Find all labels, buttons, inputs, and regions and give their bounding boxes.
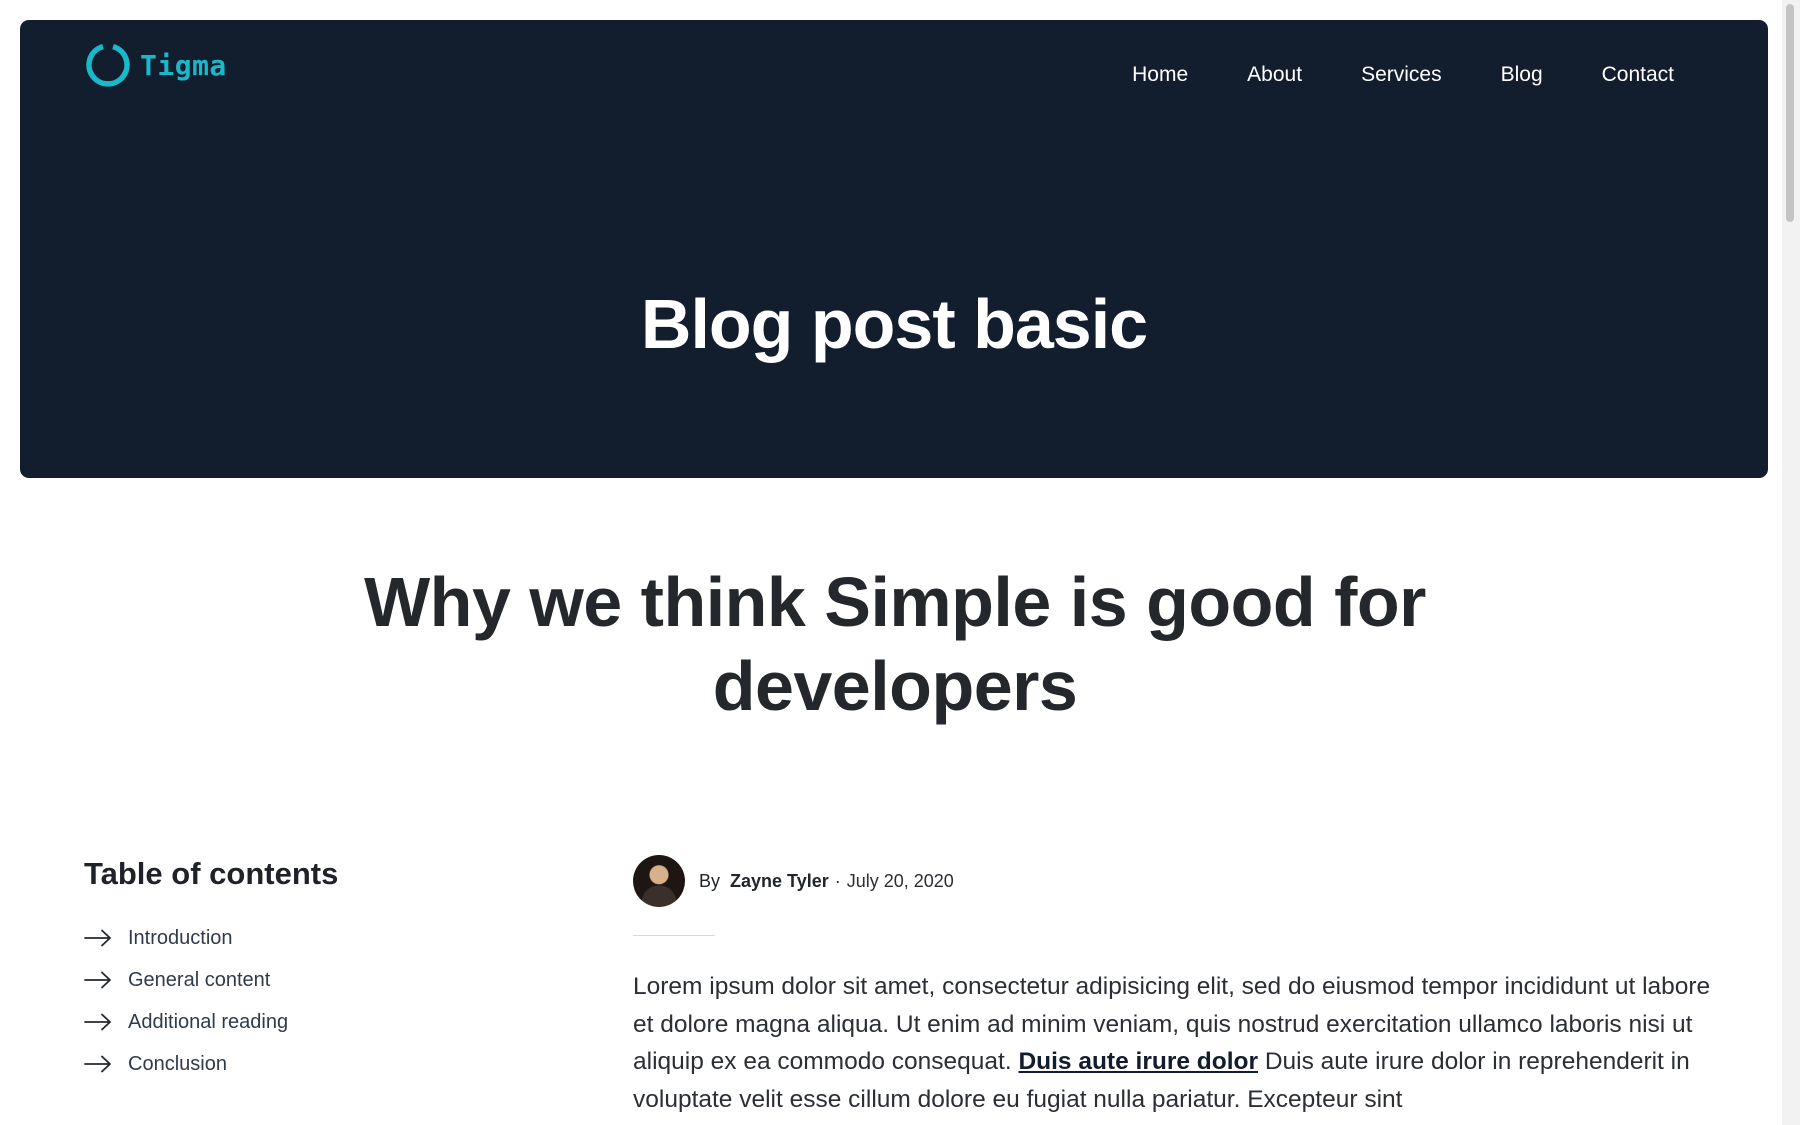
byline-separator: · — [834, 870, 841, 891]
toc-item-label: General content — [128, 968, 271, 991]
nav-home-link[interactable]: Home — [1132, 60, 1188, 90]
hero-header: Tigma Home About Services Blog Contact B… — [20, 20, 1768, 478]
arrow-right-icon — [84, 971, 111, 989]
logo-ring-icon — [86, 43, 130, 87]
nav-blog-link[interactable]: Blog — [1501, 60, 1543, 90]
scrollbar-thumb[interactable] — [1786, 4, 1794, 222]
page: Tigma Home About Services Blog Contact B… — [0, 0, 1800, 1125]
toc-item-introduction[interactable]: Introduction — [84, 917, 524, 959]
main-nav: Home About Services Blog Contact — [1132, 60, 1674, 90]
toc-item-label: Introduction — [128, 926, 233, 949]
divider — [633, 935, 715, 936]
toc-item-label: Conclusion — [128, 1052, 227, 1075]
inline-link[interactable]: Duis aute irure dolor — [1018, 1048, 1258, 1075]
arrow-right-icon — [84, 1055, 111, 1073]
toc-item-conclusion[interactable]: Conclusion — [84, 1043, 524, 1085]
article-paragraph: Lorem ipsum dolor sit amet, consectetur … — [633, 968, 1723, 1118]
avatar — [633, 855, 685, 907]
toc-item-additional-reading[interactable]: Additional reading — [84, 1001, 524, 1043]
scrollbar[interactable] — [1782, 0, 1800, 1125]
arrow-right-icon — [84, 929, 111, 947]
publish-date: July 20, 2020 — [846, 870, 954, 891]
table-of-contents: Table of contents Introduction General c… — [84, 853, 524, 1085]
author-byline: By Zayne Tyler · July 20, 2020 — [633, 855, 954, 907]
logo-link[interactable]: Tigma — [84, 40, 227, 90]
toc-heading: Table of contents — [84, 856, 339, 891]
toc-item-label: Additional reading — [128, 1010, 289, 1033]
toc-item-general-content[interactable]: General content — [84, 959, 524, 1001]
logo-text: Tigma — [140, 48, 227, 82]
nav-services-link[interactable]: Services — [1361, 60, 1442, 90]
nav-contact-link[interactable]: Contact — [1602, 60, 1674, 90]
toc-list: Introduction General content Additional … — [84, 917, 524, 1085]
arrow-right-icon — [84, 1013, 111, 1031]
article-title: Why we think Simple is good for develope… — [364, 563, 1426, 725]
author-by-label: By — [699, 870, 721, 891]
author-meta: By Zayne Tyler · July 20, 2020 — [699, 871, 954, 892]
nav-about-link[interactable]: About — [1247, 60, 1302, 90]
author-name: Zayne Tyler — [730, 870, 829, 891]
hero-title: Blog post basic — [640, 285, 1148, 363]
